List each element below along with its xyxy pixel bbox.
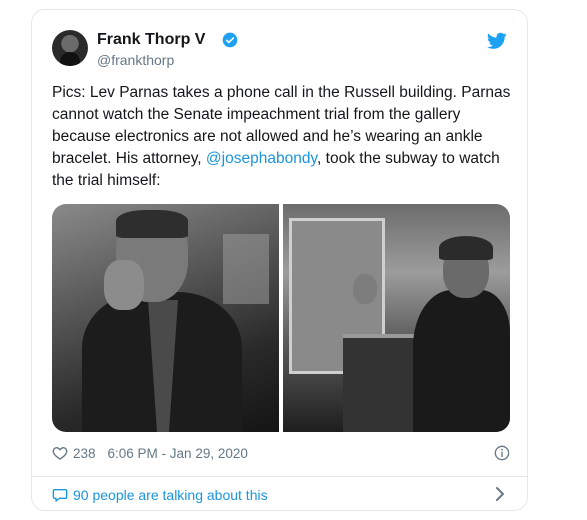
figure-hair [116,210,188,238]
photo-parnas-phone[interactable] [52,204,279,432]
verified-badge-icon [222,32,238,48]
conversation-label[interactable]: 90 people are talking about this [73,487,268,503]
info-icon[interactable] [494,445,510,461]
heart-icon[interactable] [52,445,68,461]
conversation-link[interactable]: 90 people are talking about this [52,484,268,506]
author-handle[interactable]: @frankthorp [97,52,174,68]
divider [32,476,527,477]
photo-subway[interactable] [283,204,510,432]
speech-bubble-icon [52,489,68,502]
chevron-right-icon[interactable] [493,486,507,502]
mention-link[interactable]: @josephabondy [206,150,317,167]
tweet-timestamp[interactable]: 6:06 PM - Jan 29, 2020 [108,446,248,461]
background-window [223,234,269,304]
figure-jacket [413,290,510,432]
figure-hand-phone [104,260,144,310]
twitter-bird-icon[interactable] [487,32,507,50]
tweet-meta: 238 6:06 PM - Jan 29, 2020 [52,442,510,464]
background-face [353,274,377,304]
figure-cap [439,236,493,260]
tweet-text: Pics: Lev Parnas takes a phone call in t… [52,82,512,192]
like-count[interactable]: 238 [73,446,96,461]
author-name[interactable]: Frank Thorp V [97,30,205,50]
tweet-card[interactable]: Frank Thorp V @frankthorp Pics: Lev Parn… [31,9,528,511]
media-gallery[interactable] [52,204,510,432]
author-avatar[interactable] [52,30,88,66]
